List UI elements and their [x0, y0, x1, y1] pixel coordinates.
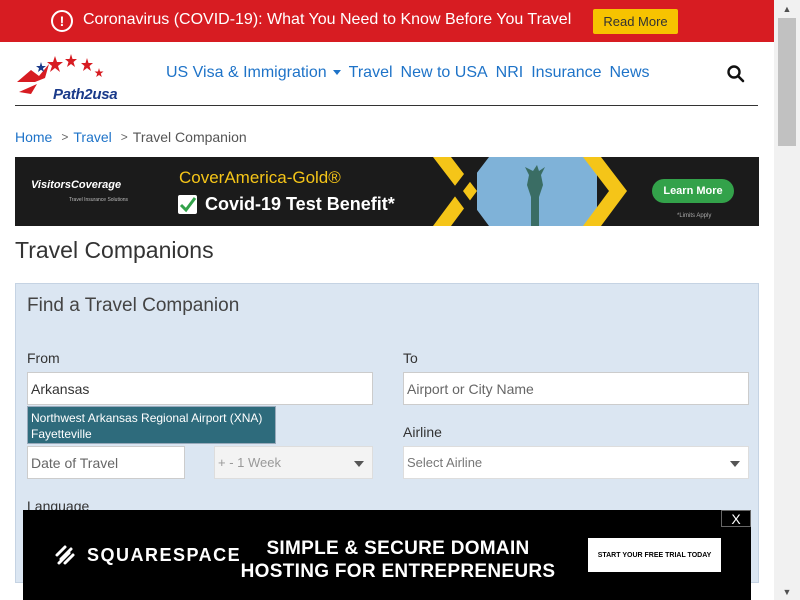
search-icon[interactable] [726, 64, 746, 84]
breadcrumb-travel[interactable]: Travel [73, 129, 111, 145]
breadcrumb-home[interactable]: Home [15, 129, 52, 145]
nav-nri[interactable]: NRI [496, 64, 524, 82]
breadcrumb-separator: > [61, 130, 69, 144]
covid-alert-text[interactable]: Coronavirus (COVID-19): What You Need to… [83, 11, 571, 29]
learn-more-button[interactable]: Learn More [652, 179, 734, 203]
from-input[interactable]: Arkansas [27, 372, 373, 405]
nav-insurance[interactable]: Insurance [531, 64, 601, 82]
free-trial-button[interactable]: START YOUR FREE TRIAL TODAY [588, 538, 721, 572]
from-label: From [27, 350, 60, 366]
nav-travel[interactable]: Travel [349, 64, 393, 82]
nav-new-to-usa[interactable]: New to USA [401, 64, 488, 82]
page-title: Travel Companions [15, 237, 214, 263]
airline-label: Airline [403, 424, 442, 440]
date-range-select[interactable]: + - 1 Week [214, 446, 373, 479]
page-scrollbar[interactable]: ▲ ▼ [774, 0, 800, 600]
squarespace-ad[interactable]: SQUARESPACE SIMPLE & SECURE DOMAIN HOSTI… [23, 510, 751, 600]
banner-note: *Limits Apply [677, 213, 712, 219]
scroll-up-arrow-icon[interactable]: ▲ [774, 0, 800, 17]
breadcrumb: Home > Travel > Travel Companion [15, 129, 247, 145]
logo-text: Path2usa [53, 86, 118, 103]
ad-headline-line1: SIMPLE & SECURE DOMAIN [266, 538, 530, 559]
info-icon: ! [51, 10, 73, 32]
checkmark-icon [178, 195, 197, 214]
main-nav: US Visa & Immigration Travel New to USA … [166, 64, 658, 82]
ad-headline-line2: HOSTING FOR ENTREPRENEURS [240, 561, 556, 582]
covid-alert-bar: ! Coronavirus (COVID-19): What You Need … [0, 0, 774, 42]
airport-suggestion[interactable]: Northwest Arkansas Regional Airport (XNA… [27, 406, 276, 444]
visitorscoverage-logo: VisitorsCoverage [31, 179, 122, 191]
breadcrumb-separator: > [120, 130, 128, 144]
nav-us-visa-immigration[interactable]: US Visa & Immigration [166, 64, 341, 82]
squarespace-logo-icon [55, 545, 75, 565]
to-input[interactable]: Airport or City Name [403, 372, 749, 405]
visitorscoverage-banner[interactable]: VisitorsCoverage Travel Insurance Soluti… [15, 157, 759, 226]
squarespace-brand: SQUARESPACE [87, 545, 242, 565]
ad-headline: SIMPLE & SECURE DOMAIN HOSTING FOR ENTRE… [235, 537, 561, 583]
site-header: Path2usa US Visa & Immigration Travel Ne… [15, 42, 758, 106]
banner-artwork [433, 157, 627, 226]
date-of-travel-input[interactable]: Date of Travel [27, 446, 185, 479]
visitorscoverage-tagline: Travel Insurance Solutions [69, 197, 129, 203]
banner-subtitle: Covid-19 Test Benefit* [205, 194, 395, 214]
panel-title: Find a Travel Companion [27, 295, 240, 316]
nav-news[interactable]: News [609, 64, 649, 82]
suggestion-city-name: Fayetteville [31, 427, 92, 441]
suggestion-airport-name: Northwest Arkansas Regional Airport (XNA… [31, 411, 263, 425]
banner-title: CoverAmerica-Gold® [179, 168, 341, 187]
to-label: To [403, 350, 418, 366]
breadcrumb-current: Travel Companion [132, 129, 247, 145]
scroll-down-arrow-icon[interactable]: ▼ [774, 583, 800, 600]
path2usa-logo[interactable]: Path2usa [15, 52, 140, 103]
read-more-button[interactable]: Read More [593, 9, 678, 34]
ad-close-button[interactable]: X [721, 510, 751, 527]
airline-select[interactable]: Select Airline [403, 446, 749, 479]
scrollbar-thumb[interactable] [778, 18, 796, 146]
